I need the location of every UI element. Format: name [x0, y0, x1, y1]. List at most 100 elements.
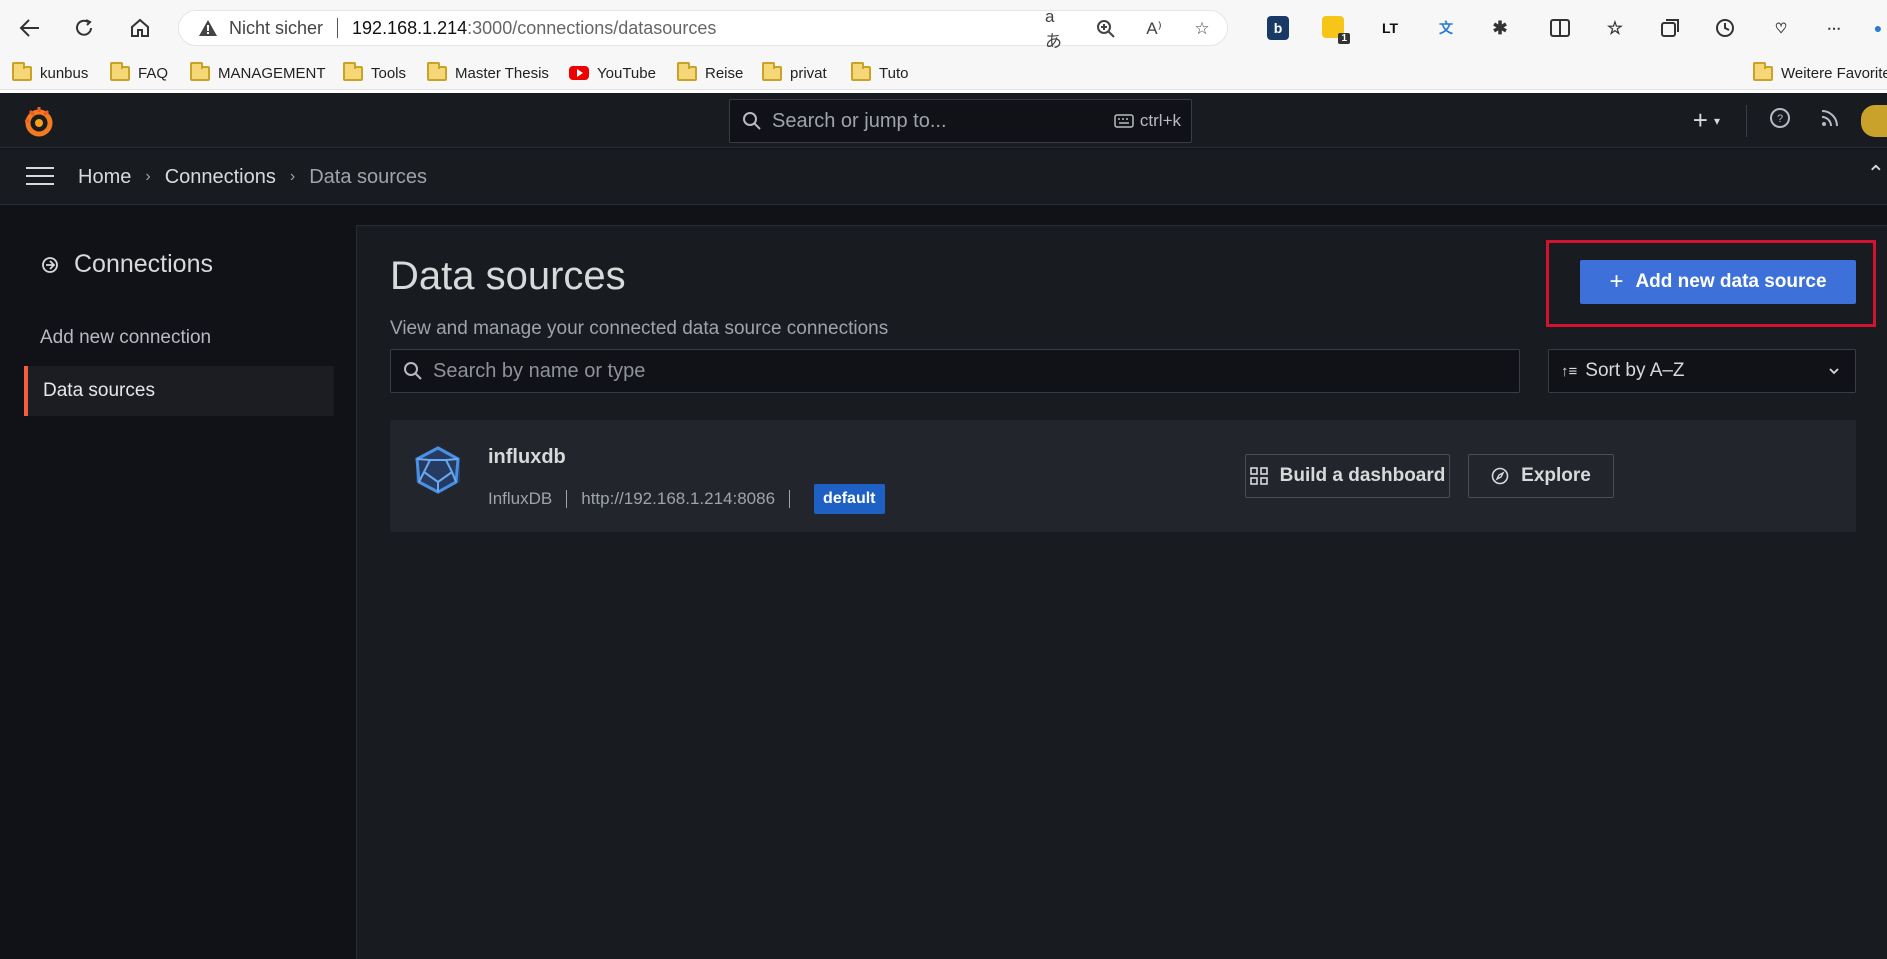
grafana-logo-icon[interactable]: [22, 105, 56, 139]
translate-icon[interactable]: aあ: [1045, 7, 1071, 51]
influxdb-logo-icon: [410, 442, 466, 498]
global-search-input[interactable]: Search or jump to... ctrl+k: [729, 99, 1192, 143]
news-feed-icon[interactable]: [1819, 107, 1841, 134]
sidebar-item-add-new-connection[interactable]: Add new connection: [24, 313, 334, 363]
plus-icon: +: [1609, 268, 1624, 295]
breadcrumb: Home › Connections › Data sources: [78, 149, 427, 205]
zoom-icon[interactable]: [1093, 17, 1119, 41]
sidebar-item-data-sources[interactable]: Data sources: [24, 366, 334, 416]
explore-button[interactable]: Explore: [1468, 454, 1614, 498]
datasource-card[interactable]: influxdb InfluxDB http://192.168.1.214:8…: [390, 420, 1856, 532]
plus-icon[interactable]: +: [1693, 105, 1708, 136]
svg-text:?: ?: [1777, 113, 1783, 125]
sidebar-item-label: Add new connection: [40, 327, 212, 348]
collapse-chevron-up-icon[interactable]: ⌃: [1867, 161, 1885, 187]
meta-separator: [789, 490, 791, 508]
folder-icon: [110, 61, 130, 81]
chevron-right-icon: ›: [289, 168, 296, 185]
breadcrumb-bar: Home › Connections › Data sources ⌃: [0, 149, 1887, 205]
keyboard-icon: [1114, 114, 1134, 128]
bookmark-label: privat: [790, 64, 827, 82]
extension-note-icon[interactable]: 1: [1322, 16, 1350, 44]
bookmark-faq[interactable]: FAQ: [110, 61, 169, 84]
compass-icon: [1491, 467, 1509, 485]
bookmark-master-thesis[interactable]: Master Thesis: [427, 61, 549, 84]
bookmark-tuto[interactable]: Tuto: [851, 61, 909, 84]
address-bar[interactable]: Nicht sicher 192.168.1.214 :3000/connect…: [178, 7, 1228, 51]
home-icon[interactable]: [124, 12, 156, 44]
breadcrumb-connections[interactable]: Connections: [165, 166, 276, 189]
bookmark-privat[interactable]: privat: [762, 61, 827, 84]
bookmark-label: Reise: [705, 64, 744, 82]
bookmark-youtube[interactable]: YouTube: [569, 62, 656, 84]
bookmark-kunbus[interactable]: kunbus: [12, 61, 89, 84]
extension-lt-icon[interactable]: LT: [1376, 14, 1404, 42]
folder-icon: [677, 61, 697, 81]
sort-label: Sort by A–Z: [1585, 360, 1685, 381]
user-avatar[interactable]: [1861, 104, 1887, 137]
bookmark-label: FAQ: [138, 64, 169, 82]
chevron-down-icon: [1827, 362, 1841, 384]
warning-icon[interactable]: [197, 17, 219, 39]
bookmark-tools[interactable]: Tools: [343, 61, 406, 84]
split-screen-icon[interactable]: [1546, 14, 1574, 42]
folder-icon: [762, 61, 782, 81]
bookmark-label: Tuto: [879, 64, 909, 82]
topbar-divider: [1746, 104, 1747, 137]
bookmarks-bar: kunbus FAQ MANAGEMENT Tools Master Thesi…: [0, 56, 1887, 90]
build-dashboard-button[interactable]: Build a dashboard: [1245, 454, 1450, 498]
meta-separator: [566, 490, 568, 508]
grafana-app: Search or jump to... ctrl+k + ▾ ? Home ›…: [0, 93, 1887, 959]
sort-icon: ↑≡: [1561, 362, 1578, 380]
read-aloud-icon[interactable]: A⁾: [1141, 17, 1167, 41]
copilot-icon[interactable]: ●: [1864, 14, 1887, 42]
sort-select[interactable]: ↑≡ Sort by A–Z: [1548, 349, 1856, 393]
breadcrumb-current: Data sources: [309, 165, 428, 188]
favorite-star-icon[interactable]: ☆: [1189, 17, 1215, 41]
bookmark-reise[interactable]: Reise: [677, 61, 744, 84]
folder-icon: [190, 61, 210, 81]
extension-b-icon[interactable]: b: [1267, 16, 1289, 40]
folder-icon: [1753, 61, 1773, 81]
bookmark-label: kunbus: [40, 64, 89, 82]
datasource-search-field[interactable]: [390, 349, 1520, 393]
page-subtitle: View and manage your connected data sour…: [390, 318, 889, 339]
search-icon: [404, 362, 422, 380]
datasource-search-input[interactable]: [431, 358, 1431, 384]
datasource-meta: InfluxDB http://192.168.1.214:8086 defau…: [488, 482, 885, 516]
section-sidebar: Connections Add new connection Data sour…: [0, 206, 356, 959]
history-icon[interactable]: [1711, 14, 1739, 42]
performance-icon[interactable]: ♡: [1767, 14, 1795, 42]
reload-icon[interactable]: [68, 12, 100, 44]
datasource-name[interactable]: influxdb: [488, 446, 566, 469]
more-options-icon[interactable]: ⋯: [1820, 14, 1848, 42]
explore-label: Explore: [1521, 465, 1591, 486]
chevron-down-icon[interactable]: ▾: [1714, 114, 1720, 128]
extension-translate-icon[interactable]: 文: [1432, 14, 1460, 42]
add-new-data-source-button[interactable]: + Add new data source: [1580, 260, 1856, 304]
favorites-icon[interactable]: ☆: [1601, 14, 1629, 42]
bookmark-management[interactable]: MANAGEMENT: [190, 61, 326, 84]
breadcrumb-home[interactable]: Home: [78, 166, 131, 189]
sidebar-title: Connections: [40, 250, 213, 279]
address-bar-actions: aあ A⁾ ☆: [1045, 7, 1215, 51]
back-icon[interactable]: [14, 12, 46, 44]
folder-icon: [851, 61, 871, 81]
bookmark-label: Weitere Favorite: [1781, 64, 1887, 82]
keyboard-shortcut-hint: ctrl+k: [1114, 111, 1181, 131]
extensions-puzzle-icon[interactable]: ✱: [1486, 14, 1514, 42]
bookmark-other-favorites[interactable]: Weitere Favorite: [1753, 61, 1887, 84]
global-search-placeholder: Search or jump to...: [772, 109, 947, 132]
datasource-type: InfluxDB: [488, 489, 553, 508]
youtube-icon: [569, 66, 589, 80]
url-path: :3000/connections/datasources: [467, 17, 717, 38]
folder-icon: [343, 61, 363, 81]
help-icon[interactable]: ?: [1769, 107, 1791, 134]
sidebar-item-label: Data sources: [43, 380, 155, 401]
collections-icon[interactable]: [1656, 14, 1684, 42]
bookmark-label: MANAGEMENT: [218, 64, 326, 82]
menu-hamburger-icon[interactable]: [26, 167, 54, 187]
main-content: Data sources View and manage your connec…: [356, 225, 1887, 959]
shortcut-text: ctrl+k: [1139, 111, 1181, 130]
address-separator: [337, 18, 339, 38]
